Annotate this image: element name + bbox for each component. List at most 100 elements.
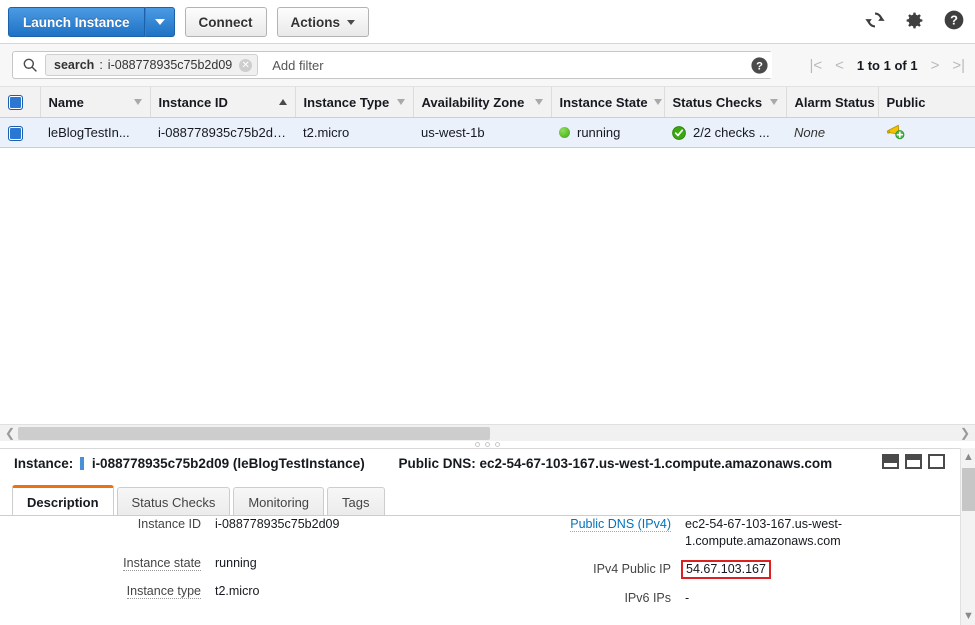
select-all-header[interactable]: [0, 86, 40, 118]
search-filter-box[interactable]: search : i-088778935c75b2d09 ✕ Add filte…: [12, 51, 772, 79]
detail-label-text[interactable]: Instance type: [126, 584, 201, 599]
instances-table: Name Instance ID Instance Type Availabil…: [0, 86, 975, 148]
cell-alarm-action[interactable]: [878, 117, 975, 148]
row-select-cell[interactable]: [0, 117, 40, 148]
chevron-down-icon: [653, 99, 662, 105]
column-header-status-checks[interactable]: Status Checks: [663, 86, 786, 118]
scroll-down-button[interactable]: ▼: [961, 610, 975, 622]
tab-monitoring[interactable]: Monitoring: [233, 487, 325, 516]
detail-label: Public DNS (IPv4): [500, 516, 685, 533]
caret-down-icon: [154, 19, 165, 25]
column-label: Instance Type: [303, 94, 390, 110]
launch-instance-button[interactable]: Launch Instance: [8, 7, 145, 37]
chevron-down-icon: [534, 99, 543, 105]
pagination-count: 1 to 1 of 1: [856, 57, 918, 73]
table-header-row: Name Instance ID Instance Type Availabil…: [0, 86, 975, 118]
horizontal-scroll-thumb[interactable]: [18, 427, 490, 440]
detail-value: ec2-54-67-103-167.us-west-1.compute.amaz…: [685, 517, 843, 548]
tab-tags[interactable]: Tags: [327, 487, 385, 516]
first-page-button[interactable]: |<: [809, 58, 822, 73]
detail-row-instance-state: Instance state running: [0, 555, 490, 572]
details-right-column: Public DNS (IPv4) ec2-54-67-103-167.us-w…: [500, 516, 960, 618]
svg-text:?: ?: [756, 60, 763, 72]
panel-splitter[interactable]: [0, 441, 975, 448]
connect-button[interactable]: Connect: [184, 7, 267, 37]
column-header-alarm-status[interactable]: Alarm Status: [785, 86, 878, 118]
detail-label-text[interactable]: Public DNS (IPv4): [570, 517, 671, 532]
svg-text:?: ?: [950, 13, 958, 28]
green-circle-icon: [559, 127, 570, 138]
detail-label: IPv6 IPs: [500, 590, 685, 607]
column-label: Availability Zone: [421, 94, 525, 110]
scroll-up-button[interactable]: ▲: [961, 451, 975, 463]
tab-label: Tags: [342, 494, 370, 510]
details-vertical-scrollbar[interactable]: ▲ ▼: [960, 448, 975, 625]
detail-label-text[interactable]: Instance state: [123, 556, 201, 571]
instances-table-container: Name Instance ID Instance Type Availabil…: [0, 86, 975, 424]
refresh-icon[interactable]: [864, 9, 886, 31]
column-header-instance-type[interactable]: Instance Type: [294, 86, 413, 118]
token-value: i-088778935c75b2d09: [107, 58, 233, 72]
select-all-checkbox[interactable]: [8, 95, 23, 111]
green-check-icon: [672, 125, 686, 140]
detail-label-text: IPv4 Public IP: [593, 562, 671, 576]
column-header-instance-state[interactable]: Instance State: [550, 86, 664, 118]
table-row[interactable]: leBlogTestIn... i-088778935c75b2d09 t2.m…: [0, 117, 975, 148]
details-body: Instance ID i-088778935c75b2d09 Instance…: [0, 516, 975, 625]
connect-label: Connect: [198, 14, 253, 30]
column-label: Public: [886, 94, 926, 110]
tab-description[interactable]: Description: [12, 485, 114, 516]
clear-icon[interactable]: ✕: [239, 58, 253, 72]
detail-label: Instance ID: [0, 516, 215, 533]
cell-alarm-status: None: [786, 117, 878, 148]
scroll-left-button[interactable]: ❮: [5, 426, 15, 440]
column-header-name[interactable]: Name: [39, 86, 150, 118]
grip-dot-icon: [475, 442, 480, 447]
token-key: search: [54, 58, 95, 72]
maximize-panel-button[interactable]: [928, 454, 945, 469]
cell-instance-type: t2.micro: [295, 117, 413, 148]
column-header-public-dns[interactable]: Public: [877, 86, 975, 118]
column-header-instance-id[interactable]: Instance ID: [149, 86, 295, 118]
action-button-group: Launch Instance Connect Actions: [8, 7, 370, 37]
prev-page-button[interactable]: <: [835, 58, 844, 73]
cell-status-checks: 2/2 checks ...: [664, 117, 786, 148]
bullhorn-add-icon[interactable]: [886, 123, 905, 140]
search-icon: [23, 58, 37, 72]
detail-row-ipv4-public-ip: IPv4 Public IP 54.67.103.167: [500, 560, 960, 579]
details-tabs: Description Status Checks Monitoring Tag…: [12, 485, 388, 516]
grip-dot-icon: [495, 442, 500, 447]
tab-label: Description: [27, 494, 99, 510]
column-header-availability-zone[interactable]: Availability Zone: [412, 86, 551, 118]
next-page-button[interactable]: >: [931, 58, 940, 73]
search-filter-token[interactable]: search : i-088778935c75b2d09 ✕: [45, 54, 259, 76]
status-checks-label: 2/2 checks ...: [693, 125, 770, 140]
row-checkbox[interactable]: [8, 125, 23, 141]
alarm-status-label: None: [794, 125, 826, 140]
table-horizontal-scrollbar[interactable]: ❮ ❯: [0, 424, 975, 441]
cell-availability-zone: us-west-1b: [413, 117, 551, 148]
medium-panel-button[interactable]: [905, 454, 922, 469]
column-label: Name: [48, 94, 84, 110]
vertical-scroll-thumb[interactable]: [962, 468, 975, 511]
detail-row-public-dns: Public DNS (IPv4) ec2-54-67-103-167.us-w…: [500, 516, 960, 550]
scroll-right-button[interactable]: ❯: [960, 426, 970, 440]
launch-instance-dropdown-button[interactable]: [144, 7, 175, 37]
detail-value: -: [685, 591, 690, 605]
help-icon[interactable]: ?: [943, 9, 965, 31]
detail-row-instance-id: Instance ID i-088778935c75b2d09: [0, 516, 490, 533]
details-left-column: Instance ID i-088778935c75b2d09 Instance…: [0, 516, 490, 611]
minimize-panel-button[interactable]: [882, 454, 899, 469]
filter-help-button[interactable]: ?: [746, 52, 772, 78]
actions-button[interactable]: Actions: [276, 7, 370, 37]
last-page-button[interactable]: >|: [952, 58, 965, 73]
instance-details-panel: Instance: i-088778935c75b2d09 (leBlogTes…: [0, 448, 975, 625]
add-filter-placeholder[interactable]: Add filter: [272, 58, 323, 73]
tab-status-checks[interactable]: Status Checks: [116, 487, 231, 516]
detail-row-instance-type: Instance type t2.micro: [0, 583, 490, 600]
gear-icon[interactable]: [904, 10, 925, 31]
detail-value: i-088778935c75b2d09: [215, 517, 340, 531]
detail-label-text: Instance ID: [137, 517, 201, 531]
detail-value: t2.micro: [215, 584, 260, 598]
chevron-down-icon: [347, 19, 356, 25]
